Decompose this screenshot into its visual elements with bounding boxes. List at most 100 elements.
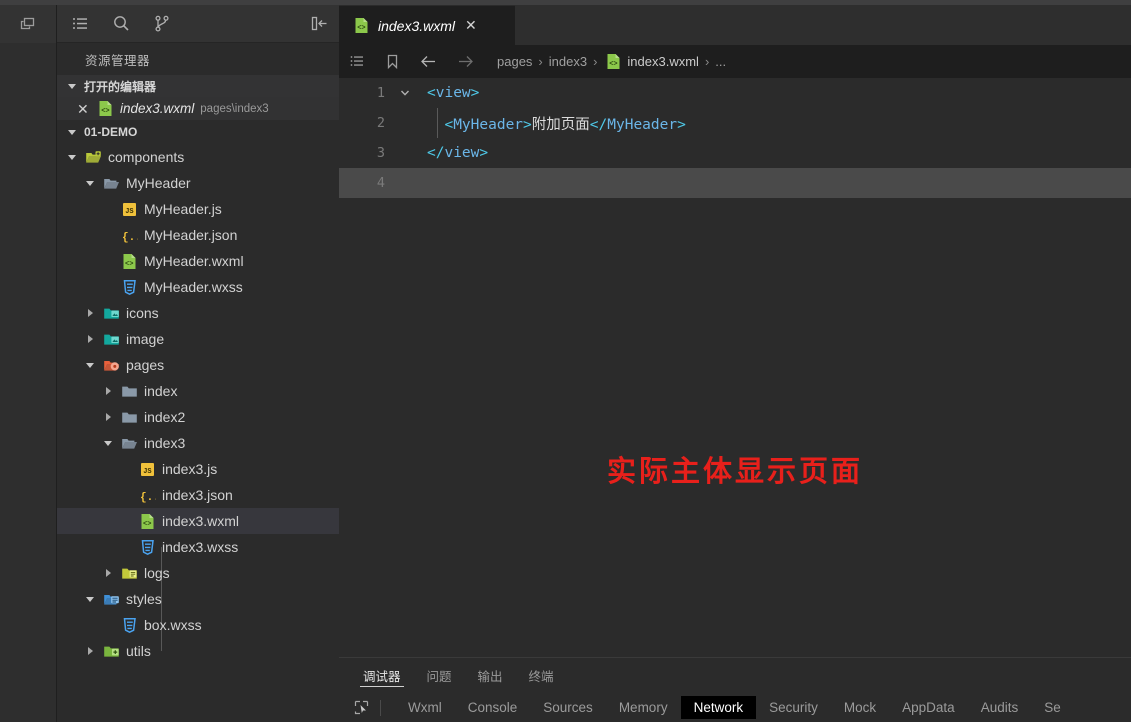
panel-tab-2[interactable]: 输出 — [478, 658, 503, 692]
panel-tab-1[interactable]: 问题 — [427, 658, 452, 692]
chevron-down-icon[interactable] — [83, 358, 97, 372]
close-icon[interactable]: ✕ — [465, 17, 477, 34]
back-button[interactable] — [419, 53, 438, 70]
wxml-file-icon: <> — [139, 513, 156, 530]
code-token: </ — [427, 145, 445, 161]
devtools-tab-sources[interactable]: Sources — [530, 696, 606, 719]
open-editor-item[interactable]: ✕ <> index3.wxml pages\index3 — [57, 97, 339, 120]
bottom-panel: 调试器 问题 输出 终端 Wxml Console Sources Memory Networ… — [339, 657, 1131, 722]
chevron-right-icon[interactable] — [83, 644, 97, 658]
tree-item-box-wxss[interactable]: box.wxss — [57, 612, 339, 638]
tree-item-icons[interactable]: icons — [57, 300, 339, 326]
chevron-right-icon[interactable] — [101, 384, 115, 398]
devtools-tab-security[interactable]: Security — [756, 696, 831, 719]
breadcrumb-item-more[interactable]: ... — [715, 54, 726, 69]
forward-button[interactable] — [456, 53, 475, 70]
breadcrumb-separator: › — [704, 54, 710, 69]
tree-item-index[interactable]: index — [57, 378, 339, 404]
tree-item-myheader-js[interactable]: JS MyHeader.js — [57, 196, 339, 222]
breadcrumb-item-index3[interactable]: index3 — [549, 54, 587, 69]
outline-list-button[interactable] — [349, 53, 366, 70]
code-line[interactable]: 2 <MyHeader>附加页面</MyHeader> — [339, 108, 1131, 138]
tree-item-pages[interactable]: pages — [57, 352, 339, 378]
devtools-tab-console[interactable]: Console — [455, 696, 531, 719]
folder-utils-icon — [103, 643, 120, 660]
sidebar-toolbar — [57, 5, 339, 43]
chevron-right-icon[interactable] — [101, 566, 115, 580]
tree-item-index3-js[interactable]: JS index3.js — [57, 456, 339, 482]
code-line[interactable]: 1 <view> — [339, 78, 1131, 108]
svg-text:<>: <> — [357, 25, 365, 33]
bookmark-icon — [387, 54, 398, 70]
code-token: > — [523, 116, 532, 133]
chevron-down-icon[interactable] — [83, 592, 97, 606]
chevron-down-icon[interactable] — [65, 150, 79, 164]
tree-item-index3-wxml[interactable]: <> index3.wxml — [57, 508, 339, 534]
twisty-placeholder — [101, 280, 115, 294]
devtools-tab-audits[interactable]: Audits — [968, 696, 1032, 719]
devtools-tab-mock[interactable]: Mock — [831, 696, 889, 719]
code-line[interactable]: 3 </view> — [339, 138, 1131, 168]
breadcrumb-item-file[interactable]: index3.wxml — [627, 54, 699, 69]
devtools-tab-se[interactable]: Se — [1031, 696, 1074, 719]
explorer-list-button[interactable] — [71, 14, 90, 33]
window-restore-icon — [20, 17, 35, 30]
tree-item-label: index3.js — [162, 461, 218, 477]
json-file-icon: {..} — [139, 487, 156, 504]
tree-item-styles[interactable]: styles — [57, 586, 339, 612]
source-control-icon — [155, 15, 169, 32]
inspect-element-button[interactable] — [353, 699, 370, 716]
panel-tab-0[interactable]: 调试器 — [360, 658, 403, 692]
project-root-header[interactable]: 01-DEMO — [57, 120, 339, 144]
sidebar-title: 资源管理器 — [85, 53, 151, 68]
breadcrumb-item-pages[interactable]: pages — [497, 54, 532, 69]
tree-item-myheader[interactable]: MyHeader — [57, 170, 339, 196]
folder-icons-icon — [103, 305, 120, 322]
chevron-right-icon[interactable] — [83, 332, 97, 346]
line-number: 2 — [376, 115, 385, 131]
tree-item-label: index — [144, 383, 178, 399]
tree-item-components[interactable]: components — [57, 144, 339, 170]
tree-item-utils[interactable]: utils — [57, 638, 339, 664]
panel-tab-3[interactable]: 终端 — [529, 658, 554, 692]
chevron-down-icon[interactable] — [83, 176, 97, 190]
code-editor[interactable]: 1 <view> 2 <MyHeader>附加页面</MyHeader> 3 </vie… — [339, 78, 1131, 657]
window-restore-button[interactable] — [0, 5, 56, 43]
tree-item-myheader-wxml[interactable]: <> MyHeader.wxml — [57, 248, 339, 274]
svg-text:<>: <> — [101, 108, 109, 116]
svg-text:{..}: {..} — [122, 232, 138, 244]
devtools-tab-wxml[interactable]: Wxml — [395, 696, 455, 719]
tree-item-image[interactable]: image — [57, 326, 339, 352]
tree-item-myheader-json[interactable]: {..} MyHeader.json — [57, 222, 339, 248]
devtools-tab-appdata[interactable]: AppData — [889, 696, 968, 719]
svg-text:{..}: {..} — [140, 492, 156, 504]
fold-chevron-down-icon[interactable] — [399, 78, 411, 108]
close-icon[interactable]: ✕ — [77, 102, 91, 116]
devtools-tab-memory[interactable]: Memory — [606, 696, 681, 719]
editor-tab-index3-wxml[interactable]: <> index3.wxml ✕ — [339, 5, 515, 45]
folder-open-icon — [121, 435, 138, 452]
code-line[interactable]: 4 — [339, 168, 1131, 198]
code-token: < — [427, 85, 436, 101]
tree-item-logs[interactable]: logs — [57, 560, 339, 586]
open-editors-section-header[interactable]: 打开的编辑器 — [57, 75, 339, 97]
bookmark-button[interactable] — [384, 53, 401, 70]
source-control-button[interactable] — [153, 14, 172, 33]
devtools-tab-network[interactable]: Network — [680, 696, 757, 719]
tree-item-label: MyHeader — [126, 175, 191, 191]
search-button[interactable] — [112, 14, 131, 33]
chevron-down-icon[interactable] — [101, 436, 115, 450]
tree-item-index3-json[interactable]: {..} index3.json — [57, 482, 339, 508]
tree-item-label: logs — [144, 565, 170, 581]
tree-item-index2[interactable]: index2 — [57, 404, 339, 430]
code-text: <view> — [427, 85, 479, 101]
tree-item-index3-wxss[interactable]: index3.wxss — [57, 534, 339, 560]
tree-item-index3[interactable]: index3 — [57, 430, 339, 456]
json-file-icon: {..} — [121, 227, 138, 244]
collapse-sidebar-button[interactable] — [310, 14, 329, 33]
tree-item-myheader-wxss[interactable]: MyHeader.wxss — [57, 274, 339, 300]
chevron-right-icon[interactable] — [83, 306, 97, 320]
chevron-right-icon[interactable] — [101, 410, 115, 424]
open-editor-path: pages\index3 — [200, 102, 269, 115]
svg-text:<>: <> — [610, 61, 618, 69]
